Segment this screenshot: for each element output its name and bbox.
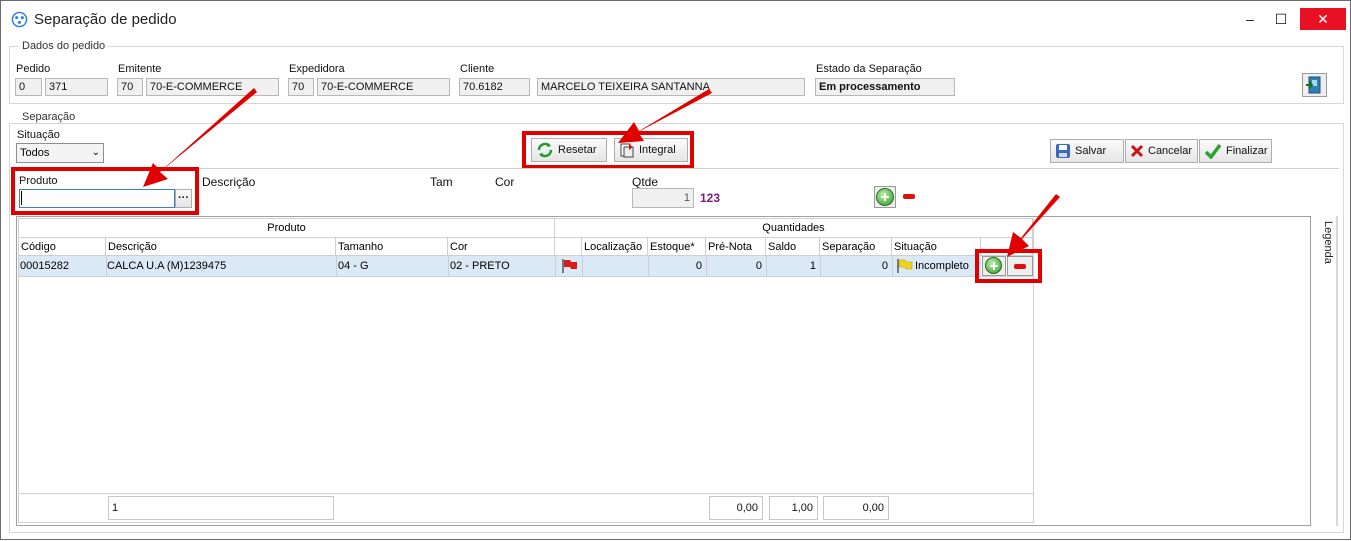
arrow-to-reset-integral — [618, 89, 712, 143]
arrow-to-produto — [143, 88, 257, 187]
arrow-to-row-actions — [1007, 194, 1060, 257]
separacao-window: Separação de pedido – ☐ ✕ Dados do pedid… — [0, 0, 1351, 540]
annotation-arrows — [143, 88, 1060, 257]
